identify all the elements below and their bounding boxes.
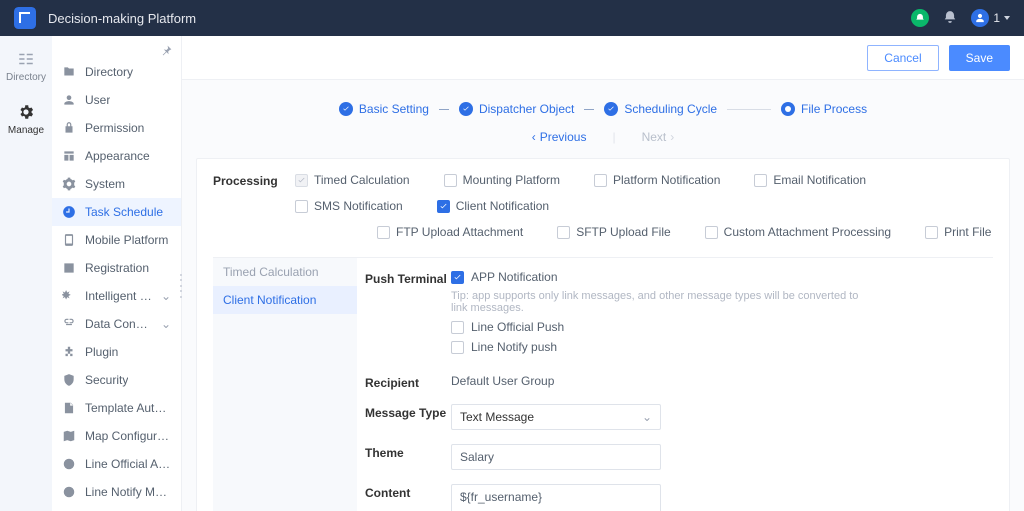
actionbar: Cancel Save [182,36,1024,80]
chevron-left-icon: ‹ [532,130,536,144]
sidebar-item-registration[interactable]: Registration [52,254,181,282]
sidebar-item-dataconn[interactable]: Data Connec…⌄ [52,310,181,338]
form-side-client[interactable]: Client Notification [213,286,357,314]
main: Cancel Save Basic Setting Dispatcher Obj… [182,36,1024,511]
flag-sms-notification[interactable]: SMS Notification [295,199,403,213]
section-title: Processing [213,173,295,188]
check-line-official[interactable]: Line Official Push [451,320,871,334]
label-content: Content [365,484,451,511]
app-title: Decision-making Platform [48,11,911,26]
sidebar-item-plugin[interactable]: Plugin [52,338,181,366]
select-message-type[interactable]: Text Message⌄ [451,404,661,430]
push-tip: Tip: app supports only link messages, an… [451,290,871,314]
sidebar-item-line-notify[interactable]: Line Notify Mana… [52,478,181,506]
rail: Directory Manage [0,36,52,511]
next-button: Next› [642,130,675,144]
sidebar-item-user[interactable]: User [52,86,181,114]
flag-email-notification[interactable]: Email Notification [754,173,866,187]
app-logo-icon [14,7,36,29]
save-button[interactable]: Save [949,45,1010,71]
chevron-down-icon: ⌄ [161,317,171,331]
sidebar-item-line-official[interactable]: Line Official Acc… [52,450,181,478]
bell-icon[interactable] [943,10,957,27]
label-recipient: Recipient [365,374,451,390]
form-sidebar: Timed Calculation Client Notification [213,258,357,511]
chevron-down-icon: ⌄ [642,410,652,424]
sidebar-item-system[interactable]: System [52,170,181,198]
user-menu[interactable]: 1 [971,9,1010,27]
sidebar-item-appearance[interactable]: Appearance [52,142,181,170]
sidebar-item-template-auth[interactable]: Template Authen… [52,394,181,422]
check-line-notify[interactable]: Line Notify push [451,340,871,354]
label-theme: Theme [365,444,451,470]
flag-platform-notification[interactable]: Platform Notification [594,173,720,187]
input-theme[interactable] [451,444,661,470]
steps: Basic Setting Dispatcher Object Scheduli… [196,102,1010,116]
flag-mounting-platform[interactable]: Mounting Platform [444,173,560,187]
label-message-type: Message Type [365,404,451,430]
rail-directory[interactable]: Directory [6,46,46,91]
check-app-notification[interactable]: APP Notification [451,270,871,284]
step-scheduling-cycle[interactable]: Scheduling Cycle [604,102,717,116]
pin-icon[interactable] [160,44,173,60]
avatar-icon [971,9,989,27]
flag-ftp-upload[interactable]: FTP Upload Attachment [377,225,523,239]
cancel-button[interactable]: Cancel [867,45,938,71]
step-file-process[interactable]: File Process [781,102,867,116]
label-push-terminal: Push Terminal [365,270,451,360]
user-count: 1 [993,11,1000,25]
sidebar-item-directory[interactable]: Directory [52,58,181,86]
panel: Processing Timed Calculation Mounting Pl… [196,158,1010,511]
sidebar-item-map-config[interactable]: Map Configuration [52,422,181,450]
flag-client-notification[interactable]: Client Notification [437,199,549,213]
step-basic-setting[interactable]: Basic Setting [339,102,429,116]
sidebar-item-intelligent[interactable]: Intelligent O…⌄ [52,282,181,310]
chevron-down-icon [1004,16,1010,20]
previous-button[interactable]: ‹Previous [532,130,587,144]
value-recipient: Default User Group [451,374,554,388]
notification-badge[interactable] [911,9,929,27]
sidebar-item-permission[interactable]: Permission [52,114,181,142]
step-dispatcher-object[interactable]: Dispatcher Object [459,102,574,116]
topbar: Decision-making Platform 1 [0,0,1024,36]
flag-custom-attachment[interactable]: Custom Attachment Processing [705,225,891,239]
sidebar: Directory User Permission Appearance Sys… [52,36,182,511]
sidebar-item-mobile[interactable]: Mobile Platform [52,226,181,254]
chevron-right-icon: › [670,130,674,144]
form-side-timed[interactable]: Timed Calculation [213,258,357,286]
flag-timed-calculation: Timed Calculation [295,173,410,187]
flag-print-file[interactable]: Print File [925,225,991,239]
rail-manage[interactable]: Manage [8,99,44,144]
drag-handle-icon[interactable] [180,274,184,298]
sidebar-item-task-schedule[interactable]: Task Schedule [52,198,181,226]
textarea-content[interactable] [451,484,661,511]
chevron-down-icon: ⌄ [161,289,171,303]
flag-sftp-upload[interactable]: SFTP Upload File [557,225,670,239]
sidebar-item-security[interactable]: Security [52,366,181,394]
